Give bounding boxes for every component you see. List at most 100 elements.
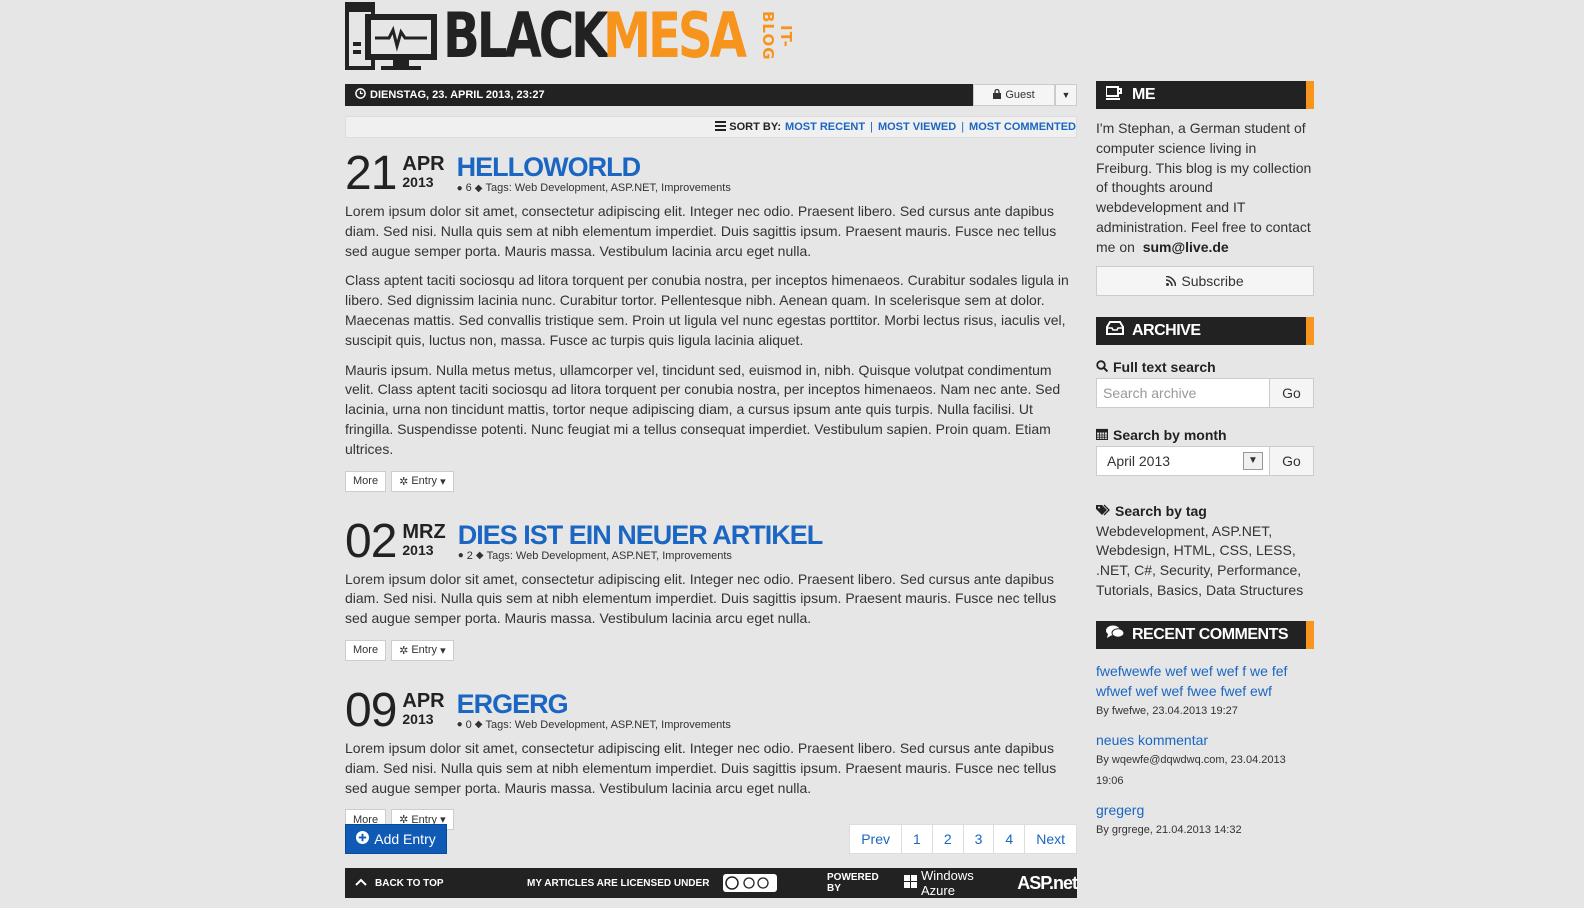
sidebar-heading-me: ME xyxy=(1096,81,1314,109)
windows-azure-logo[interactable]: Windows Azure xyxy=(903,868,1005,898)
list-icon xyxy=(715,120,727,134)
caret-down-icon: ▾ xyxy=(440,475,446,488)
logo-text-orange: MESA xyxy=(603,0,747,72)
add-entry-button[interactable]: Add Entry xyxy=(345,824,447,854)
tag-cloud[interactable]: Webdevelopment, ASP.NET, Webdesign, HTML… xyxy=(1096,522,1314,601)
entry-day: 02 xyxy=(345,514,397,568)
add-entry-label: Add Entry xyxy=(374,831,436,847)
more-button[interactable]: More xyxy=(345,639,387,661)
calendar-icon xyxy=(1095,427,1109,443)
entry-menu-button[interactable]: ✲ Entry ▾ xyxy=(391,470,454,492)
subscribe-button[interactable]: Subscribe xyxy=(1096,265,1314,296)
tags-label: Tags: xyxy=(485,718,512,731)
contact-email[interactable]: sum@live.de xyxy=(1143,239,1229,255)
sort-most-recent[interactable]: MOST RECENT xyxy=(785,121,865,133)
month-go-button[interactable]: Go xyxy=(1270,445,1314,476)
entry-tags[interactable]: Web Development, ASP.NET, Improvements xyxy=(515,182,731,194)
search-go-button[interactable]: Go xyxy=(1270,377,1314,408)
footer: BACK TO TOP MY ARTICLES ARE LICENSED UND… xyxy=(345,868,1078,898)
sort-label-wrap: SORT BY: xyxy=(715,120,782,134)
search-icon xyxy=(1096,359,1109,375)
sort-label: SORT BY: xyxy=(729,121,782,133)
user-dropdown-toggle[interactable]: ▼ xyxy=(1055,84,1077,106)
entry-month: APR xyxy=(402,153,445,175)
rss-icon xyxy=(1166,273,1177,289)
entry-paragraph: Class aptent taciti sociosqu ad litora t… xyxy=(345,272,1069,348)
sort-bar: SORT BY: MOST RECENT | MOST VIEWED | MOS… xyxy=(345,116,1077,138)
logo-tagline: IT-BLOG xyxy=(759,11,795,61)
tags-icon: ◆ xyxy=(475,550,484,562)
license-text: MY ARTICLES ARE LICENSED UNDER xyxy=(527,877,710,889)
archive-search-input[interactable] xyxy=(1096,377,1270,408)
back-to-top-link[interactable]: BACK TO TOP xyxy=(355,878,444,889)
lock-icon xyxy=(993,88,1002,102)
sort-most-viewed[interactable]: MOST VIEWED xyxy=(878,121,956,133)
chevron-down-icon: ▼ xyxy=(1243,451,1263,470)
entry-month: APR xyxy=(402,689,445,712)
sidebar: ME I'm Stephan, a German student of comp… xyxy=(1095,81,1314,841)
entry-menu-button[interactable]: ✲ Entry ▾ xyxy=(391,639,454,661)
entry-paragraph: Lorem ipsum dolor sit amet, consectetur … xyxy=(345,203,1057,259)
entry-month: MRZ xyxy=(402,520,446,543)
sort-most-commented[interactable]: MOST COMMENTED xyxy=(969,121,1076,133)
entry-day: 21 xyxy=(345,147,397,200)
pager-page-4[interactable]: 4 xyxy=(993,825,1024,853)
caret-down-icon: ▾ xyxy=(440,644,446,657)
back-to-top-label: BACK TO TOP xyxy=(375,877,444,889)
user-name: Guest xyxy=(1005,89,1035,101)
plus-circle-icon xyxy=(356,831,370,847)
month-label-wrap: Search by month xyxy=(1095,426,1314,443)
comment-count: 0 xyxy=(465,718,472,731)
top-bar: DIENSTAG, 23. APRIL 2013, 23:27 Guest ▼ xyxy=(345,84,1077,106)
recent-comment: fwefwewfe wef wef wef f we fef wfwef wef… xyxy=(1096,661,1314,722)
entry-title[interactable]: HELLOWORLD xyxy=(457,152,641,182)
recent-comment-link[interactable]: neues kommentar xyxy=(1096,732,1208,748)
sidebar-heading-archive: ARCHIVE xyxy=(1096,316,1314,345)
pager-next[interactable]: Next xyxy=(1024,825,1076,853)
comment-icon: ● xyxy=(457,550,464,562)
divider: | xyxy=(961,121,965,133)
blog-entry: 02 MRZ 2013 DIES IST EIN NEUER ARTIKEL ●… xyxy=(345,514,1077,661)
bottom-actions: Add Entry Prev 1 2 3 4 Next xyxy=(345,824,1077,854)
chevron-up-icon xyxy=(355,878,367,889)
month-select[interactable]: April 2013 ▼ xyxy=(1096,445,1270,476)
logo-text-black: BLACK xyxy=(443,0,609,72)
entry-tags[interactable]: Web Development, ASP.NET, Improvements xyxy=(516,550,732,562)
pagination: Prev 1 2 3 4 Next xyxy=(849,824,1077,854)
entry-tags[interactable]: Web Development, ASP.NET, Improvements xyxy=(515,719,731,731)
about-text-wrap: I'm Stephan, a German student of compute… xyxy=(1096,119,1314,258)
tags-icon: ◆ xyxy=(474,719,483,731)
more-button[interactable]: More xyxy=(345,470,387,492)
tag-label: Search by tag xyxy=(1115,502,1207,519)
recent-comment-link[interactable]: fwefwewfe wef wef wef f we fef wfwef wef… xyxy=(1096,663,1287,699)
entry-day: 09 xyxy=(345,683,397,737)
comment-count: 6 xyxy=(465,182,472,194)
entry-year: 2013 xyxy=(402,541,434,558)
fulltext-label-wrap: Full text search xyxy=(1096,359,1314,375)
recent-comment-link[interactable]: gregerg xyxy=(1096,802,1144,818)
tags-icon xyxy=(1096,503,1110,519)
comment-icon: ● xyxy=(456,182,463,194)
entry-title[interactable]: DIES IST EIN NEUER ARTIKEL xyxy=(458,520,824,550)
sidebar-title: ARCHIVE xyxy=(1132,321,1201,339)
azure-label: Windows Azure xyxy=(920,868,974,898)
tags-label: Tags: xyxy=(485,182,512,194)
gear-icon: ✲ xyxy=(399,475,409,488)
user-menu-button[interactable]: Guest xyxy=(973,84,1055,106)
aspnet-logo[interactable]: ASP.net xyxy=(1017,873,1078,894)
month-label: Search by month xyxy=(1113,426,1227,443)
month-select-value: April 2013 xyxy=(1107,452,1171,469)
pager-page-1[interactable]: 1 xyxy=(901,825,932,853)
pager-prev[interactable]: Prev xyxy=(850,825,901,853)
monitor-icon xyxy=(345,2,437,70)
entry-title[interactable]: ERGERG xyxy=(457,689,569,719)
entry-paragraph: Lorem ipsum dolor sit amet, consectetur … xyxy=(345,570,1057,627)
creative-commons-icon[interactable] xyxy=(723,874,778,892)
pager-page-3[interactable]: 3 xyxy=(962,825,994,853)
main-column: DIENSTAG, 23. APRIL 2013, 23:27 Guest ▼ … xyxy=(345,84,1077,854)
sidebar-title: RECENT COMMENTS xyxy=(1132,625,1289,643)
pager-page-2[interactable]: 2 xyxy=(931,825,963,853)
tags-icon: ◆ xyxy=(474,182,483,194)
site-logo[interactable]: BLACK MESA IT-BLOG xyxy=(345,2,795,70)
comment-count: 2 xyxy=(466,549,473,562)
